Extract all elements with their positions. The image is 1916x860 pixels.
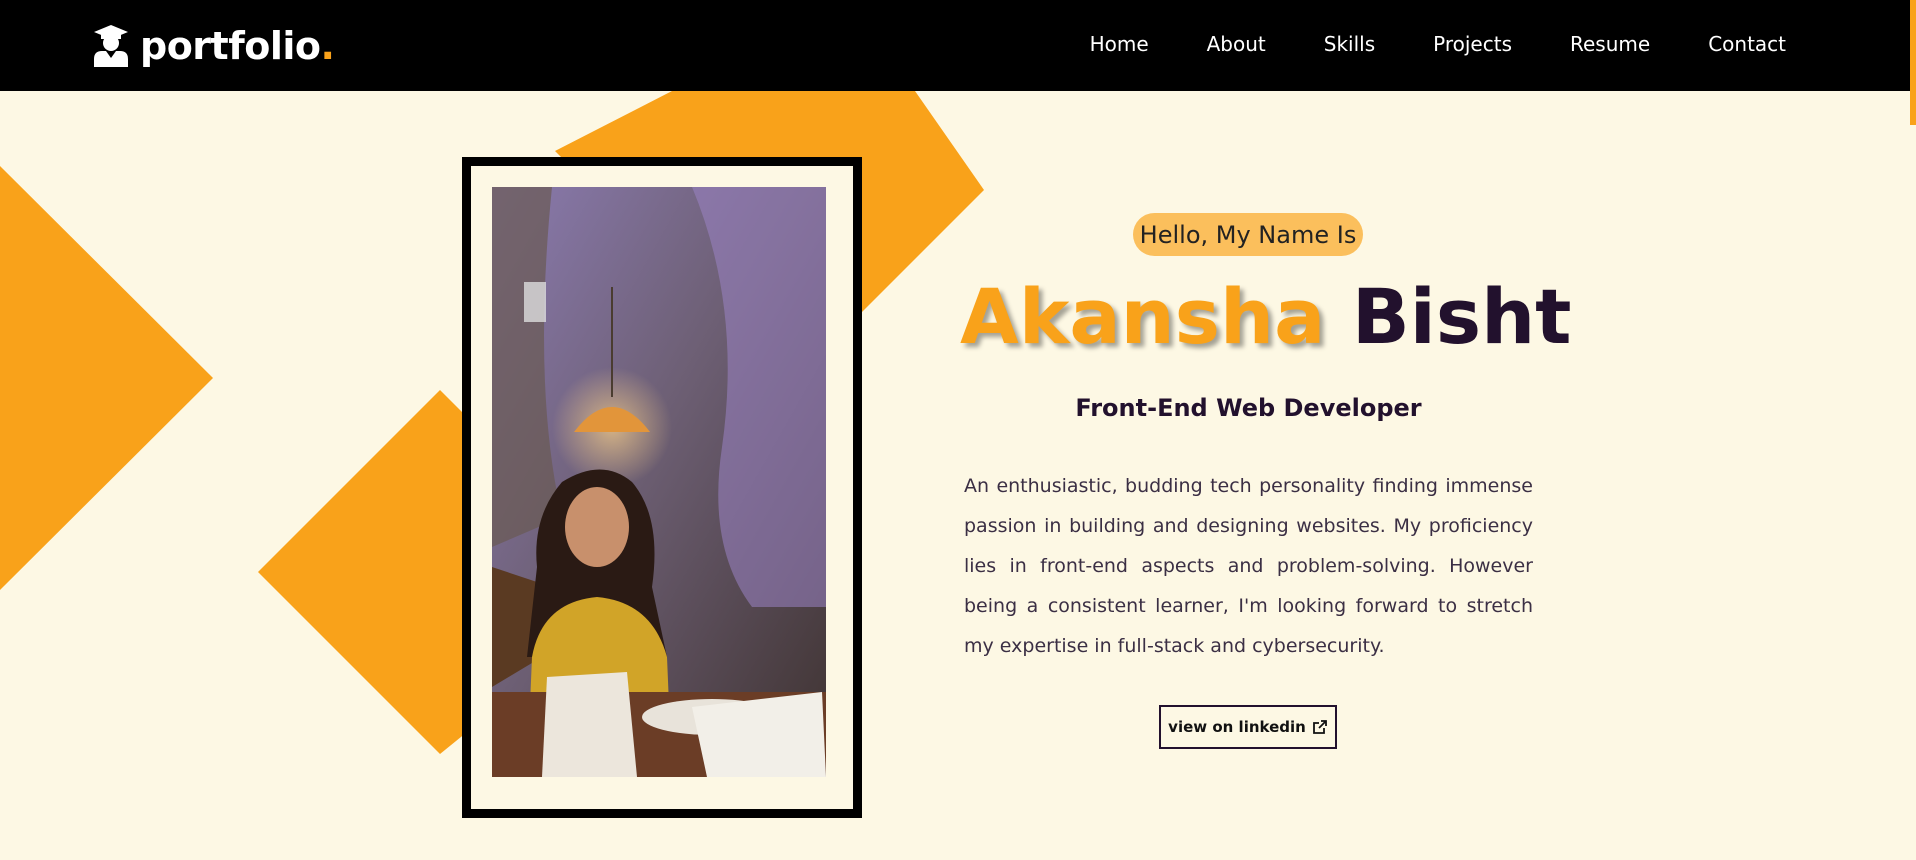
diamond-left [0, 166, 213, 590]
profile-photo [492, 187, 826, 777]
graduate-icon [94, 25, 128, 67]
navbar: portfolio. Home About Skills Projects Re… [0, 0, 1916, 91]
scroll-progress-indicator [1910, 0, 1916, 125]
brand-logo[interactable]: portfolio. [92, 22, 335, 70]
profile-photo-frame [462, 157, 862, 818]
nav-skills[interactable]: Skills [1324, 32, 1375, 56]
nav-projects[interactable]: Projects [1433, 32, 1512, 56]
brand-name: portfolio. [140, 24, 335, 68]
nav-about[interactable]: About [1207, 32, 1266, 56]
decorative-diamonds [0, 91, 984, 754]
nav-home[interactable]: Home [1090, 32, 1149, 56]
nav-contact[interactable]: Contact [1708, 32, 1786, 56]
nav-menu: Home About Skills Projects Resume Contac… [1090, 32, 1786, 56]
nav-resume[interactable]: Resume [1570, 32, 1650, 56]
